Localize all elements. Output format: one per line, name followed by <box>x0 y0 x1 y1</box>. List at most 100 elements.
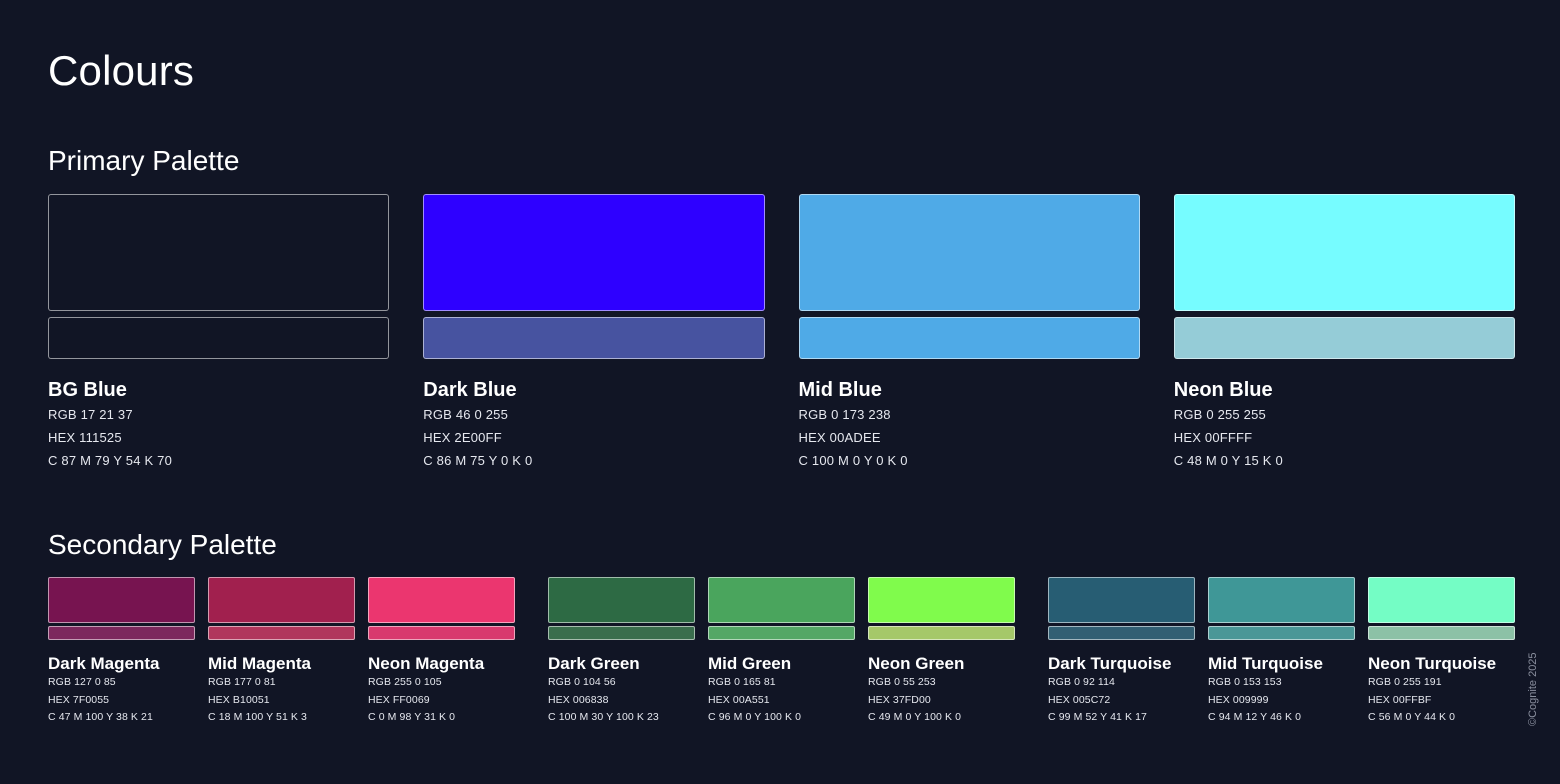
color-swatch <box>1173 194 1515 311</box>
color-cmyk: C 94 M 12 Y 46 K 0 <box>1208 711 1302 723</box>
color-cmyk: C 96 M 0 Y 100 K 0 <box>708 711 802 723</box>
color-swatch <box>708 577 855 623</box>
color-swatch <box>1368 577 1515 623</box>
color-hex: HEX B10051 <box>208 693 270 706</box>
color-tint-swatch <box>868 626 1015 640</box>
color-name: BG Blue <box>48 379 127 401</box>
color-card-neon-magenta: Neon Magenta RGB 255 0 105 HEX FF0069 C … <box>368 577 515 726</box>
color-tint-swatch <box>548 626 695 640</box>
color-card-mid-blue: Mid Blue RGB 0 173 238 HEX 00ADEE C 100 … <box>798 194 1140 470</box>
color-cmyk: C 56 M 0 Y 44 K 0 <box>1368 711 1456 723</box>
primary-palette-title: Primary Palette <box>48 145 240 176</box>
color-card-neon-green: Neon Green RGB 0 55 253 HEX 37FD00 C 49 … <box>868 577 1015 726</box>
color-rgb: RGB 0 55 253 <box>868 676 936 688</box>
color-cmyk: C 47 M 100 Y 38 K 21 <box>48 711 153 723</box>
color-hex: HEX 2E00FF <box>423 430 502 445</box>
color-swatch <box>423 194 765 311</box>
magenta-group: Dark Magenta RGB 127 0 85 HEX 7F0055 C 4… <box>48 577 515 726</box>
color-name: Neon Magenta <box>368 654 485 673</box>
color-card-mid-turquoise: Mid Turquoise RGB 0 153 153 HEX 009999 C… <box>1208 577 1355 726</box>
color-cmyk: C 100 M 0 Y 0 K 0 <box>798 453 908 468</box>
color-card-mid-magenta: Mid Magenta RGB 177 0 81 HEX B10051 C 18… <box>208 577 355 726</box>
color-hex: HEX 006838 <box>548 693 609 706</box>
color-tint-swatch <box>368 626 515 640</box>
color-hex: HEX 00ADEE <box>798 430 881 445</box>
color-name: Dark Blue <box>423 379 517 401</box>
green-group: Dark Green RGB 0 104 56 HEX 006838 C 100… <box>548 577 1015 726</box>
color-card-neon-blue: Neon Blue RGB 0 255 255 HEX 00FFFF C 48 … <box>1173 194 1515 470</box>
color-cmyk: C 48 M 0 Y 15 K 0 <box>1173 453 1283 468</box>
color-rgb: RGB 0 153 153 <box>1208 676 1282 688</box>
color-tint-swatch <box>48 626 195 640</box>
color-card-mid-green: Mid Green RGB 0 165 81 HEX 00A551 C 96 M… <box>708 577 855 726</box>
color-name: Dark Magenta <box>48 654 160 673</box>
color-hex: HEX 00FFFF <box>1173 430 1253 445</box>
color-card-bg-blue: BG Blue RGB 17 21 37 HEX 111525 C 87 M 7… <box>48 194 390 470</box>
color-name: Neon Blue <box>1173 379 1273 401</box>
color-hex: HEX 37FD00 <box>868 693 931 706</box>
color-hex: HEX 009999 <box>1208 693 1269 706</box>
color-name: Dark Green <box>548 654 640 673</box>
color-rgb: RGB 0 255 255 <box>1173 407 1266 422</box>
secondary-palette-title: Secondary Palette <box>48 529 277 560</box>
color-rgb: RGB 127 0 85 <box>48 676 116 688</box>
color-card-dark-green: Dark Green RGB 0 104 56 HEX 006838 C 100… <box>548 577 695 726</box>
color-swatch <box>1208 577 1355 623</box>
color-cmyk: C 18 M 100 Y 51 K 3 <box>208 711 307 723</box>
color-name: Mid Turquoise <box>1208 654 1323 673</box>
color-cmyk: C 100 M 30 Y 100 K 23 <box>548 711 659 723</box>
copyright-notice: ©Cognite 2025 <box>1527 652 1539 726</box>
color-rgb: RGB 0 255 191 <box>1368 676 1442 688</box>
color-rgb: RGB 0 173 238 <box>798 407 891 422</box>
color-swatch <box>548 577 695 623</box>
color-name: Neon Turquoise <box>1368 654 1497 673</box>
turquoise-group: Dark Turquoise RGB 0 92 114 HEX 005C72 C… <box>1048 577 1515 726</box>
color-cmyk: C 86 M 75 Y 0 K 0 <box>423 453 533 468</box>
color-rgb: RGB 0 104 56 <box>548 676 616 688</box>
color-card-dark-turquoise: Dark Turquoise RGB 0 92 114 HEX 005C72 C… <box>1048 577 1195 726</box>
color-card-dark-blue: Dark Blue RGB 46 0 255 HEX 2E00FF C 86 M… <box>423 194 765 470</box>
color-tint-swatch <box>1173 317 1515 359</box>
color-rgb: RGB 0 92 114 <box>1048 676 1115 688</box>
color-cmyk: C 99 M 52 Y 41 K 17 <box>1048 711 1147 723</box>
color-swatch <box>868 577 1015 623</box>
color-tint-swatch <box>1208 626 1355 640</box>
color-tint-swatch <box>423 317 765 359</box>
color-rgb: RGB 0 165 81 <box>708 676 776 688</box>
color-card-neon-turquoise: Neon Turquoise RGB 0 255 191 HEX 00FFBF … <box>1368 577 1515 726</box>
color-name: Mid Green <box>708 654 792 673</box>
color-swatch <box>368 577 515 623</box>
color-name: Neon Green <box>868 654 965 673</box>
color-cmyk: C 0 M 98 Y 31 K 0 <box>368 711 456 723</box>
color-tint-swatch <box>798 317 1140 359</box>
color-tint-swatch <box>1368 626 1515 640</box>
primary-palette: BG Blue RGB 17 21 37 HEX 111525 C 87 M 7… <box>48 194 1515 470</box>
color-swatch <box>48 194 390 311</box>
color-hex: HEX FF0069 <box>368 693 430 706</box>
color-card-dark-magenta: Dark Magenta RGB 127 0 85 HEX 7F0055 C 4… <box>48 577 195 726</box>
color-cmyk: C 49 M 0 Y 100 K 0 <box>868 711 962 723</box>
color-tint-swatch <box>48 317 390 359</box>
color-hex: HEX 111525 <box>48 430 122 445</box>
color-hex: HEX 7F0055 <box>48 693 110 706</box>
color-rgb: RGB 177 0 81 <box>208 676 276 688</box>
color-hex: HEX 00FFBF <box>1368 693 1432 706</box>
page-title: Colours <box>48 47 195 94</box>
color-swatch <box>798 194 1140 311</box>
color-tint-swatch <box>1048 626 1195 640</box>
secondary-palette: Dark Magenta RGB 127 0 85 HEX 7F0055 C 4… <box>48 577 1515 726</box>
color-name: Mid Magenta <box>208 654 311 673</box>
color-swatch <box>208 577 355 623</box>
color-tint-swatch <box>208 626 355 640</box>
color-tint-swatch <box>708 626 855 640</box>
color-hex: HEX 00A551 <box>708 693 770 706</box>
color-rgb: RGB 46 0 255 <box>423 407 509 422</box>
color-cmyk: C 87 M 79 Y 54 K 70 <box>48 453 173 468</box>
color-hex: HEX 005C72 <box>1048 693 1111 706</box>
color-rgb: RGB 17 21 37 <box>48 407 133 422</box>
color-rgb: RGB 255 0 105 <box>368 676 442 688</box>
color-name: Mid Blue <box>798 379 882 401</box>
color-swatch <box>1048 577 1195 623</box>
color-swatch <box>48 577 195 623</box>
color-name: Dark Turquoise <box>1048 654 1172 673</box>
